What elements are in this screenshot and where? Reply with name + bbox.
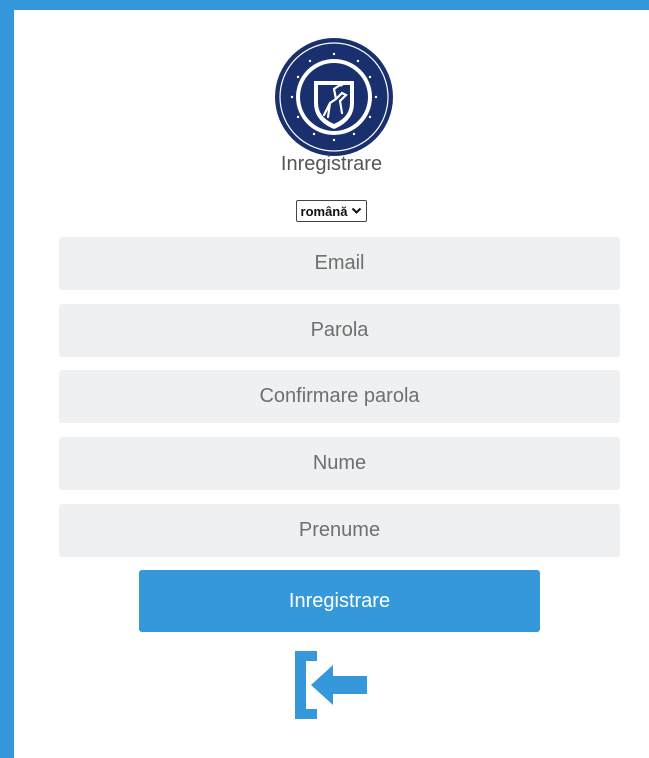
language-select-value: română [300,203,348,219]
confirm-password-field[interactable]: Confirmare parola [59,370,620,423]
language-select[interactable]: română [295,200,368,222]
password-field[interactable]: Parola [59,304,620,357]
page-title: Inregistrare [280,153,383,175]
sign-in-icon[interactable] [295,651,375,719]
email-field[interactable]: Email [59,237,620,290]
first-name-field[interactable]: Prenume [59,504,620,557]
university-seal-logo [275,38,393,156]
last-name-field[interactable]: Nume [59,437,620,490]
chevron-down-icon [352,207,362,214]
registration-card: Inregistrare română Email Parola Confirm… [14,10,649,758]
register-button[interactable]: Inregistrare [139,570,540,632]
language-select-wrapper: română [14,200,649,222]
